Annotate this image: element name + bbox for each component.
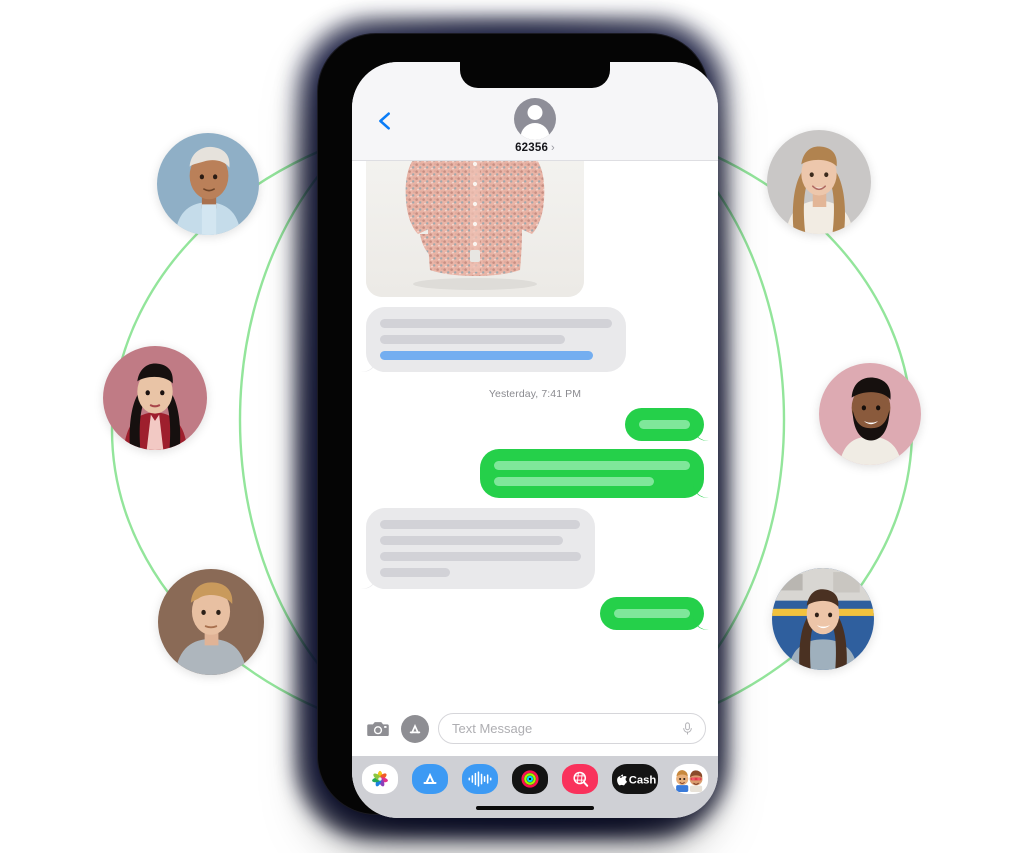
message-line (380, 568, 450, 577)
svg-text:Cash: Cash (629, 775, 656, 787)
message-line (380, 319, 612, 328)
phone-screen: 62356 › Yesterday, 7:41 PM Text Message … (352, 62, 718, 818)
message-line (639, 420, 690, 429)
avatar-contact-1[interactable] (157, 133, 259, 235)
conversation-thread[interactable]: Yesterday, 7:41 PM (352, 154, 718, 700)
message-line (614, 609, 690, 618)
avatar-contact-6[interactable] (772, 568, 874, 670)
camera-icon[interactable] (364, 715, 392, 743)
person-circle-icon (514, 98, 556, 140)
scene-root: 62356 › Yesterday, 7:41 PM Text Message … (0, 0, 1024, 853)
phone-body: 62356 › Yesterday, 7:41 PM Text Message … (318, 34, 718, 818)
memoji-icon[interactable] (672, 764, 708, 794)
outgoing-message-bubble-3[interactable] (600, 597, 704, 630)
contact-name-row[interactable]: 62356 › (515, 142, 555, 154)
chevron-right-icon: › (551, 142, 555, 154)
floral-shirt-photo (366, 154, 584, 297)
message-text-input[interactable]: Text Message (438, 713, 706, 744)
chevron-left-icon[interactable] (374, 110, 396, 132)
avatar-contact-5[interactable] (819, 363, 921, 465)
apple-cash-icon[interactable]: Cash (612, 764, 658, 794)
conversation-timestamp: Yesterday, 7:41 PM (488, 388, 582, 400)
outgoing-message-bubble-2[interactable] (480, 449, 704, 498)
incoming-message-bubble-1[interactable] (366, 307, 626, 372)
message-line (380, 520, 580, 529)
message-line (380, 552, 581, 561)
message-line (494, 477, 654, 486)
audio-message-icon[interactable] (462, 764, 498, 794)
avatar-contact-4[interactable] (767, 130, 871, 234)
app-store-app-icon[interactable] (412, 764, 448, 794)
message-link-line[interactable] (380, 351, 593, 360)
contact-header[interactable]: 62356 › (514, 98, 556, 154)
message-line (380, 335, 565, 344)
message-line (494, 461, 690, 470)
incoming-message-bubble-2[interactable] (366, 508, 595, 589)
phone-notch (460, 62, 610, 88)
app-store-icon[interactable] (401, 714, 429, 743)
contact-name: 62356 (515, 142, 549, 154)
avatar-contact-3[interactable] (158, 569, 264, 675)
photos-app-icon[interactable] (362, 764, 398, 794)
message-input-placeholder: Text Message (452, 721, 533, 736)
avatar-contact-2[interactable] (103, 346, 207, 450)
images-search-icon[interactable] (562, 764, 598, 794)
phone-mockup: 62356 › Yesterday, 7:41 PM Text Message … (296, 18, 728, 836)
photo-message-bubble[interactable] (366, 154, 584, 297)
activity-rings-icon[interactable] (512, 764, 548, 794)
message-input-bar: Text Message (352, 700, 718, 756)
message-line (380, 536, 563, 545)
outgoing-message-bubble-1[interactable] (625, 408, 704, 441)
microphone-icon[interactable] (680, 721, 695, 736)
home-indicator (476, 806, 594, 810)
